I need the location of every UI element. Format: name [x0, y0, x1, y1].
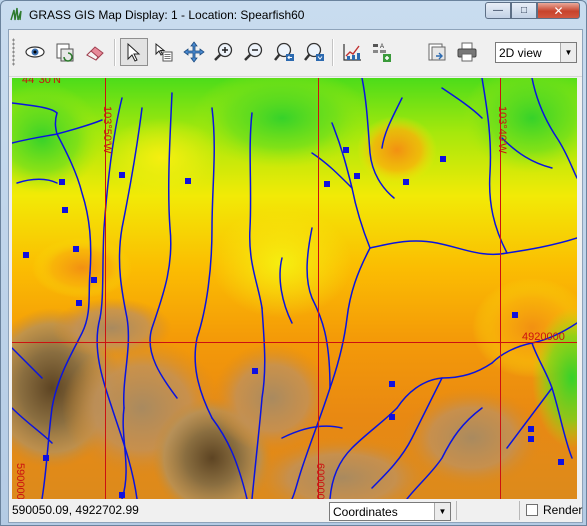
- grass-app-icon: [10, 7, 22, 21]
- zoom-menu-icon: [304, 42, 324, 61]
- title-bar[interactable]: GRASS GIS Map Display: 1 - Location: Spe…: [1, 1, 586, 28]
- minimize-button[interactable]: —: [485, 2, 511, 19]
- map-toolbar: A 2D view ▼: [9, 30, 582, 77]
- grid-label-top-left: 44°30'N: [22, 78, 61, 86]
- toolbar-grip[interactable]: [12, 38, 15, 66]
- query-button[interactable]: [150, 38, 178, 66]
- overlay-button[interactable]: A: [368, 38, 396, 66]
- render-map-icon: [56, 43, 74, 62]
- maximize-button[interactable]: □: [511, 2, 537, 19]
- pan-icon: [183, 41, 205, 63]
- svg-text:A: A: [380, 44, 384, 50]
- pointer-button[interactable]: [120, 38, 148, 66]
- chevron-down-icon: ▼: [434, 503, 450, 520]
- zoom-back-button[interactable]: [270, 38, 298, 66]
- render-label: Render: [543, 503, 583, 517]
- print-button[interactable]: [453, 38, 481, 66]
- grid-label-lon-east: 103°40'W: [496, 106, 508, 154]
- zoom-in-button[interactable]: [210, 38, 238, 66]
- display-map-icon: [25, 46, 45, 58]
- zoom-out-button[interactable]: [240, 38, 268, 66]
- pointer-icon: [127, 42, 141, 62]
- zoom-menu-button[interactable]: [300, 38, 328, 66]
- chevron-down-icon: ▼: [560, 43, 576, 62]
- print-icon: [457, 42, 477, 62]
- erase-display-icon: [86, 46, 104, 61]
- overlay-icon: A: [373, 44, 391, 62]
- minimize-icon: —: [493, 5, 503, 16]
- view-mode-select[interactable]: 2D view ▼: [495, 42, 577, 63]
- map-canvas[interactable]: 44°30'N 103°50'W 103°40'W 4920000 590000…: [12, 78, 577, 499]
- analyze-button[interactable]: [338, 38, 366, 66]
- analyze-icon: [343, 44, 361, 61]
- map-display-window: GRASS GIS Map Display: 1 - Location: Spe…: [0, 0, 587, 526]
- grid-label-northing: 4920000: [522, 331, 565, 343]
- view-mode-value: 2D view: [499, 46, 542, 60]
- map-svg: 44°30'N 103°50'W 103°40'W 4920000 590000…: [12, 78, 577, 499]
- render-checkbox[interactable]: [526, 504, 538, 516]
- query-icon: [155, 42, 173, 62]
- save-icon: [428, 43, 446, 61]
- display-map-button[interactable]: [21, 38, 49, 66]
- statusbar-mode-value: Coordinates: [333, 505, 398, 519]
- status-bar: 590050.09, 4922702.99 Coordinates ▼ Rend…: [9, 499, 582, 522]
- close-icon: ✕: [553, 3, 564, 18]
- statusbar-mode-select[interactable]: Coordinates ▼: [329, 502, 451, 521]
- close-button[interactable]: ✕: [537, 2, 580, 19]
- grid-label-easting-west: 590000: [14, 463, 26, 499]
- erase-display-button[interactable]: [81, 38, 109, 66]
- maximize-icon: □: [520, 5, 528, 16]
- save-button[interactable]: [423, 38, 451, 66]
- zoom-in-icon: [214, 42, 233, 61]
- coordinates-readout: 590050.09, 4922702.99: [12, 503, 139, 517]
- window-title: GRASS GIS Map Display: 1 - Location: Spe…: [29, 8, 305, 22]
- zoom-out-icon: [244, 42, 263, 61]
- zoom-back-icon: [274, 42, 294, 61]
- render-map-button[interactable]: [51, 38, 79, 66]
- grid-label-easting-east: 600000: [314, 463, 326, 499]
- pan-button[interactable]: [180, 38, 208, 66]
- map-display-client: A 2D view ▼ 44°30'N 103°50'W 103°40'W 49…: [8, 29, 583, 523]
- grid-label-lon-west: 103°50'W: [101, 106, 113, 154]
